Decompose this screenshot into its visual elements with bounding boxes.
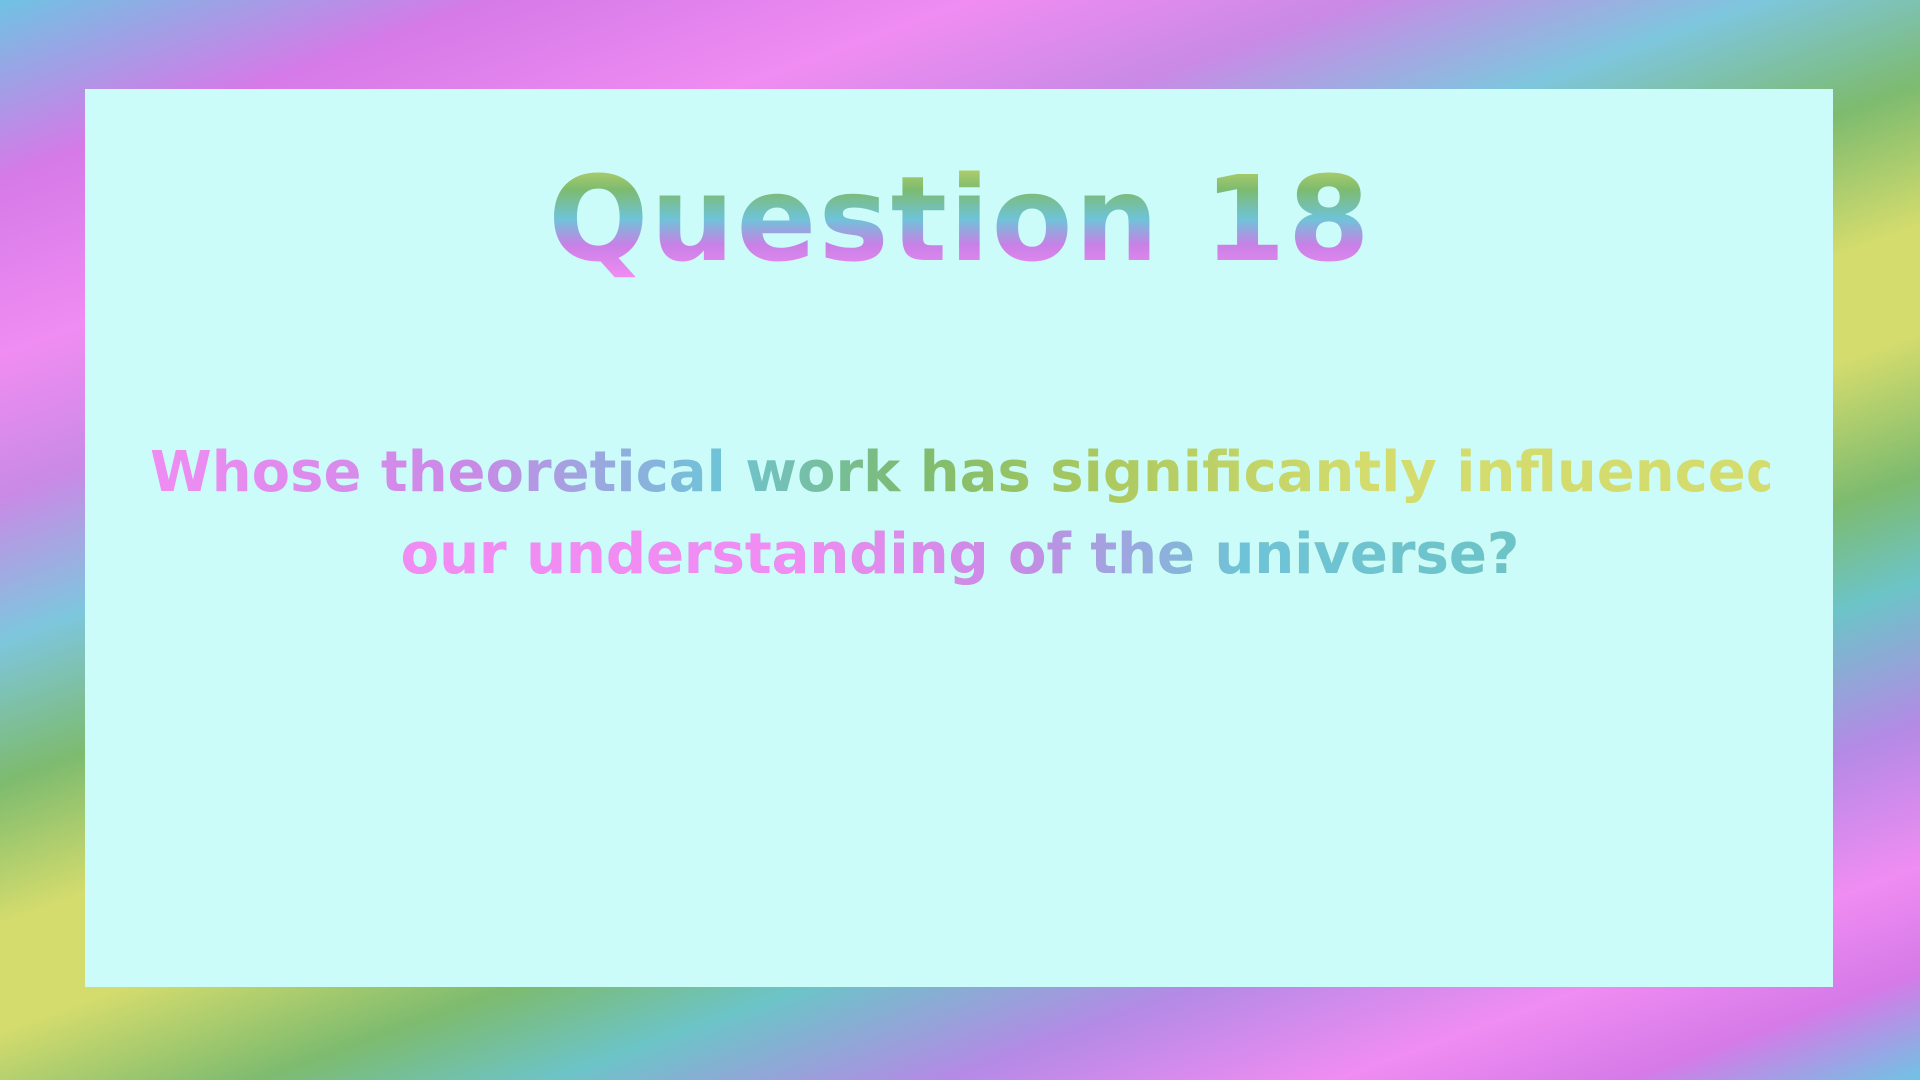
question-title: Question 18 [0,160,1920,278]
question-line-2: our understanding of the universe? [401,514,1520,596]
question-text: Whose theoretical work has significantly… [150,432,1770,596]
question-line-1: Whose theoretical work has significantly… [150,440,1786,505]
